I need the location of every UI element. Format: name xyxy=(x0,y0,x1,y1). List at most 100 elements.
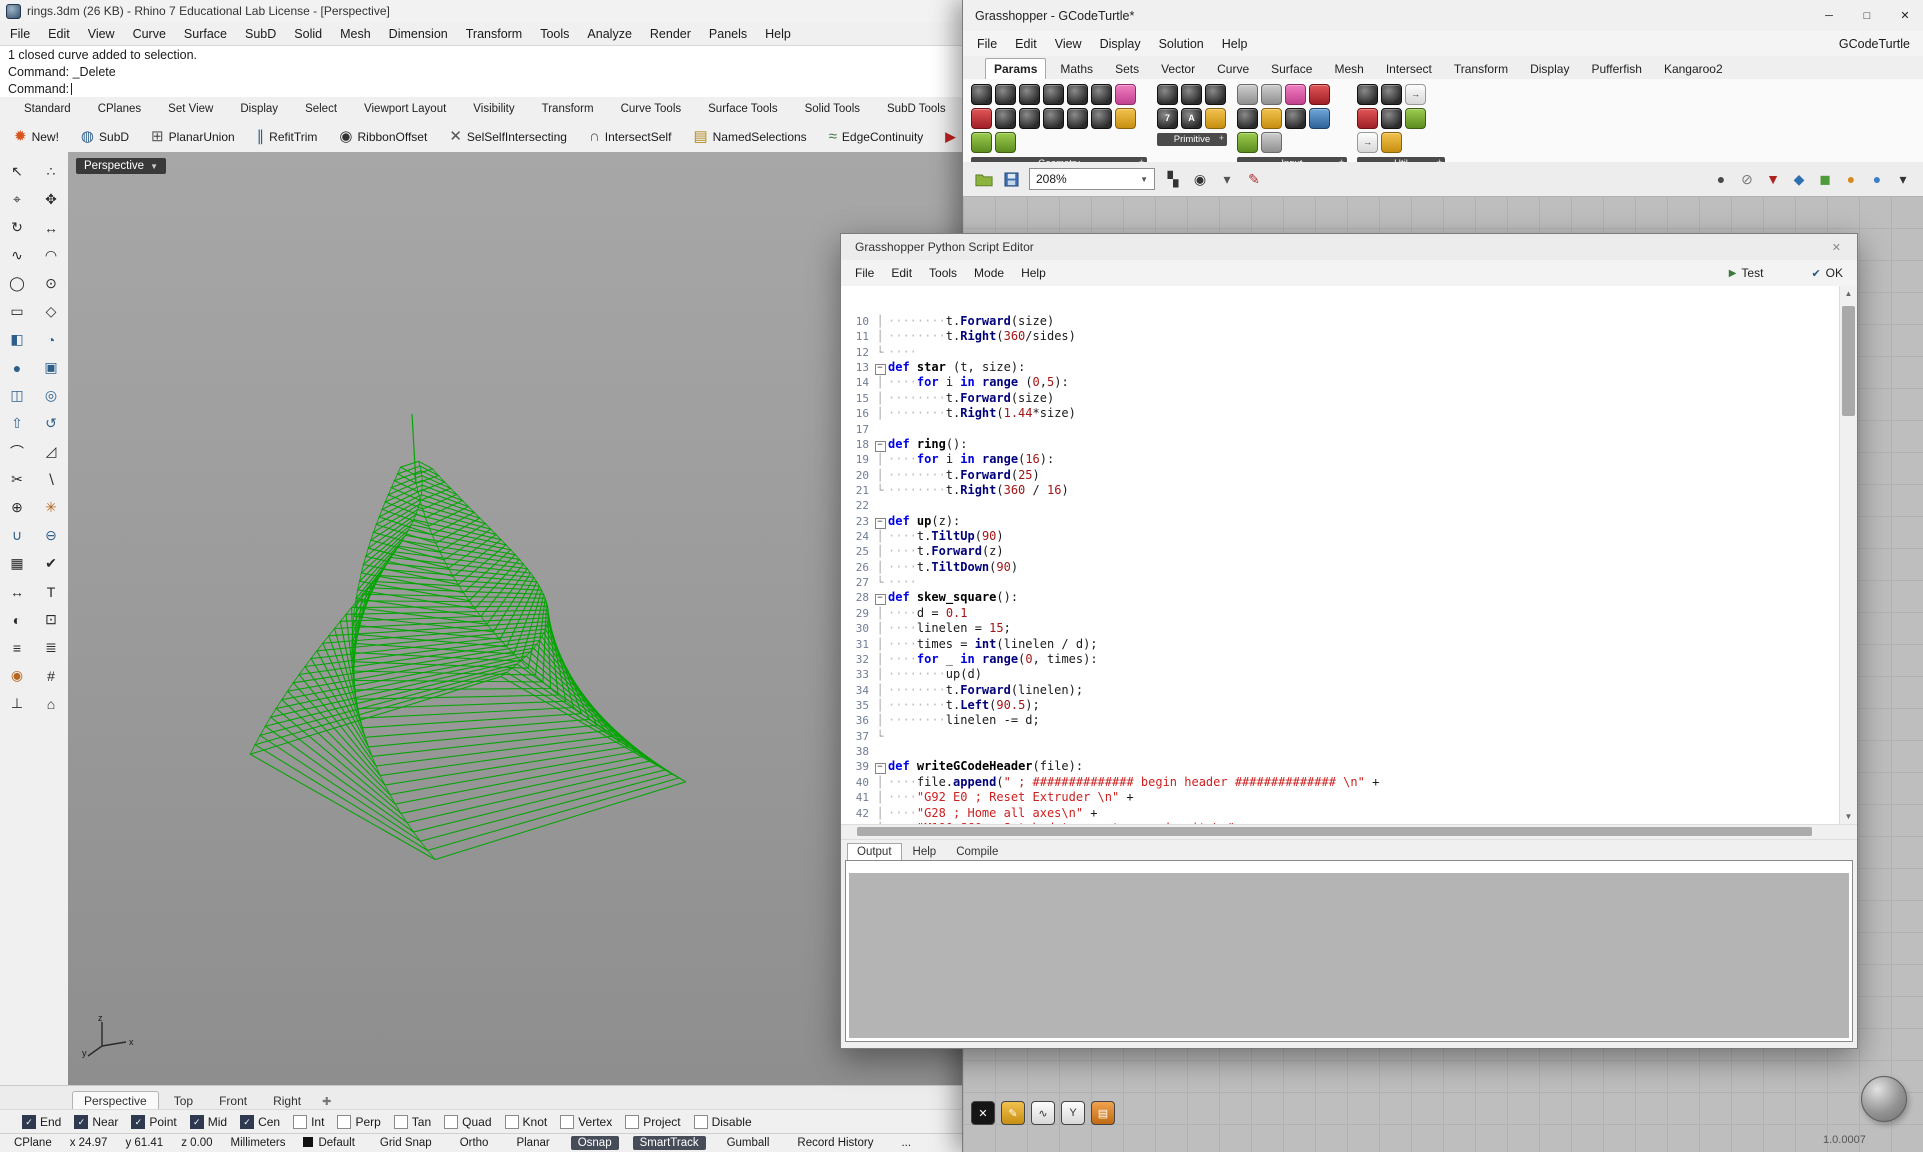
menu-item[interactable]: File xyxy=(977,37,997,51)
scrollbar-thumb[interactable] xyxy=(1842,306,1855,416)
status-toggle[interactable]: ... xyxy=(894,1136,918,1150)
toolbar-tab[interactable]: SubD Tools xyxy=(887,103,946,115)
toolbar-tab[interactable]: Visibility xyxy=(473,103,514,115)
sketch-widget-icon[interactable]: ✎ xyxy=(1001,1101,1025,1125)
status-toggle[interactable]: Record History xyxy=(790,1136,880,1150)
scale-icon[interactable]: ↔ xyxy=(38,216,64,239)
point-icon[interactable]: ∴ xyxy=(38,160,64,183)
menu-item[interactable]: Surface xyxy=(184,27,227,41)
rectangle-icon[interactable]: ▭ xyxy=(4,300,30,323)
gem-green-icon[interactable]: ◼ xyxy=(1816,170,1834,188)
input-param-icon[interactable] xyxy=(1261,84,1282,105)
menu-item[interactable]: View xyxy=(88,27,115,41)
viewport-tab[interactable]: Right xyxy=(262,1092,312,1110)
toolbar-tab[interactable]: Display xyxy=(240,103,278,115)
input-param-icon[interactable] xyxy=(1237,108,1258,129)
test-button[interactable]: ▶ Test xyxy=(1729,266,1764,280)
component-tab[interactable]: Params xyxy=(985,58,1046,80)
util-param-icon[interactable] xyxy=(1381,132,1402,153)
scrollbar-thumb[interactable] xyxy=(857,827,1812,836)
menu-item[interactable]: Tools xyxy=(540,27,569,41)
group-label[interactable]: Primitive+ xyxy=(1157,133,1227,146)
geometry-param-icon[interactable] xyxy=(995,132,1016,153)
dimension-icon[interactable]: ↔ xyxy=(4,580,30,603)
input-param-icon[interactable] xyxy=(1237,132,1258,153)
menu-item[interactable]: Edit xyxy=(891,266,912,280)
osnap-toggle[interactable]: Knot xyxy=(505,1115,548,1129)
disable-widget-icon[interactable]: ✕ xyxy=(971,1101,995,1125)
geometry-param-icon[interactable] xyxy=(995,108,1016,129)
cylinder-icon[interactable]: ◫ xyxy=(4,384,30,407)
refit-trim-button[interactable]: ∥ RefitTrim xyxy=(257,129,318,144)
layer-button[interactable]: Default xyxy=(303,1137,354,1149)
input-param-icon[interactable] xyxy=(1309,84,1330,105)
menu-item[interactable]: Help xyxy=(1222,37,1248,51)
extrude-icon[interactable]: ⇧ xyxy=(4,412,30,435)
named-selections-button[interactable]: ▤ NamedSelections xyxy=(693,129,806,144)
no-preview-icon[interactable]: ⊘ xyxy=(1738,170,1756,188)
wire-widget-icon[interactable]: Y xyxy=(1061,1101,1085,1125)
vertical-scrollbar[interactable]: ▲ ▼ xyxy=(1839,286,1857,824)
close-icon[interactable]: ✕ xyxy=(1826,239,1847,256)
shaded-preview-icon[interactable]: ● xyxy=(1712,170,1730,188)
gem-blue-icon[interactable]: ◆ xyxy=(1790,170,1808,188)
split-icon[interactable]: ∖ xyxy=(38,468,64,491)
geometry-param-icon[interactable] xyxy=(1043,108,1064,129)
toolbar-tab[interactable]: Viewport Layout xyxy=(364,103,446,115)
component-tab[interactable]: Transform xyxy=(1446,59,1516,79)
menu-item[interactable]: Dimension xyxy=(389,27,448,41)
menu-item[interactable]: File xyxy=(855,266,874,280)
ellipse-icon[interactable]: ⊙ xyxy=(38,272,64,295)
component-tab[interactable]: Display xyxy=(1522,59,1577,79)
component-tab[interactable]: Intersect xyxy=(1378,59,1440,79)
viewport-tab[interactable]: Perspective xyxy=(72,1091,159,1110)
boolean-difference-icon[interactable]: ⊖ xyxy=(38,524,64,547)
status-toggle[interactable]: SmartTrack xyxy=(633,1136,706,1150)
toolbar-tab[interactable]: Transform xyxy=(542,103,594,115)
toolbar-tab[interactable]: Solid Tools xyxy=(805,103,860,115)
toolbar-tab[interactable]: Curve Tools xyxy=(621,103,682,115)
input-param-icon[interactable] xyxy=(1285,84,1306,105)
menu-item[interactable]: Transform xyxy=(466,27,523,41)
canvas-compass-sphere[interactable] xyxy=(1861,1076,1907,1122)
menu-item[interactable]: Mode xyxy=(974,266,1004,280)
status-toggle[interactable]: Osnap xyxy=(571,1136,619,1150)
preview-caret-icon[interactable]: ▾ xyxy=(1218,170,1236,188)
gumball-icon[interactable]: ◉ xyxy=(4,664,30,687)
intersect-self-button[interactable]: ∩ IntersectSelf xyxy=(589,129,671,144)
menu-item[interactable]: View xyxy=(1055,37,1082,51)
component-tab[interactable]: Mesh xyxy=(1326,59,1371,79)
curve-icon[interactable]: ∿ xyxy=(4,244,30,267)
revolve-icon[interactable]: ↺ xyxy=(38,412,64,435)
new-button[interactable]: ✹ New! xyxy=(14,129,59,144)
surface-icon[interactable]: ◧ xyxy=(4,328,30,351)
ribbon-offset-button[interactable]: ◉ RibbonOffset xyxy=(339,129,427,144)
crosshair-icon[interactable]: ⌖ xyxy=(4,188,30,211)
trim-icon[interactable]: ✂ xyxy=(4,468,30,491)
osnap-toggle[interactable]: Quad xyxy=(444,1115,491,1129)
input-param-icon[interactable] xyxy=(1261,108,1282,129)
preview-eye-icon[interactable]: ◉ xyxy=(1191,170,1209,188)
scroll-down-icon[interactable]: ▼ xyxy=(1840,809,1857,824)
util-param-icon[interactable] xyxy=(1357,84,1378,105)
osnap-toggle[interactable]: End xyxy=(22,1115,61,1129)
component-tab[interactable]: Curve xyxy=(1209,59,1257,79)
osnap-toggle[interactable]: Int xyxy=(293,1115,324,1129)
planar-union-button[interactable]: ⊞ PlanarUnion xyxy=(151,129,235,144)
input-param-icon[interactable] xyxy=(1285,108,1306,129)
osnap-toggle[interactable]: Point xyxy=(131,1115,176,1129)
osnap-toggle[interactable]: Mid xyxy=(190,1115,227,1129)
osnap-toggle[interactable]: Tan xyxy=(394,1115,431,1129)
properties-icon[interactable]: ≣ xyxy=(38,636,64,659)
menu-item[interactable]: Panels xyxy=(709,27,747,41)
geometry-param-icon[interactable] xyxy=(1019,108,1040,129)
select-pointer-icon[interactable]: ↖ xyxy=(4,160,30,183)
scroll-up-icon[interactable]: ▲ xyxy=(1840,286,1857,301)
maximize-button[interactable]: □ xyxy=(1848,3,1886,29)
status-toggle[interactable]: Ortho xyxy=(453,1136,496,1150)
primitive-param-icon[interactable]: A xyxy=(1181,108,1202,129)
geometry-param-icon[interactable] xyxy=(1019,84,1040,105)
menu-item[interactable]: Help xyxy=(765,27,791,41)
horizontal-scrollbar[interactable] xyxy=(841,824,1857,840)
explode-icon[interactable]: ✳ xyxy=(38,496,64,519)
